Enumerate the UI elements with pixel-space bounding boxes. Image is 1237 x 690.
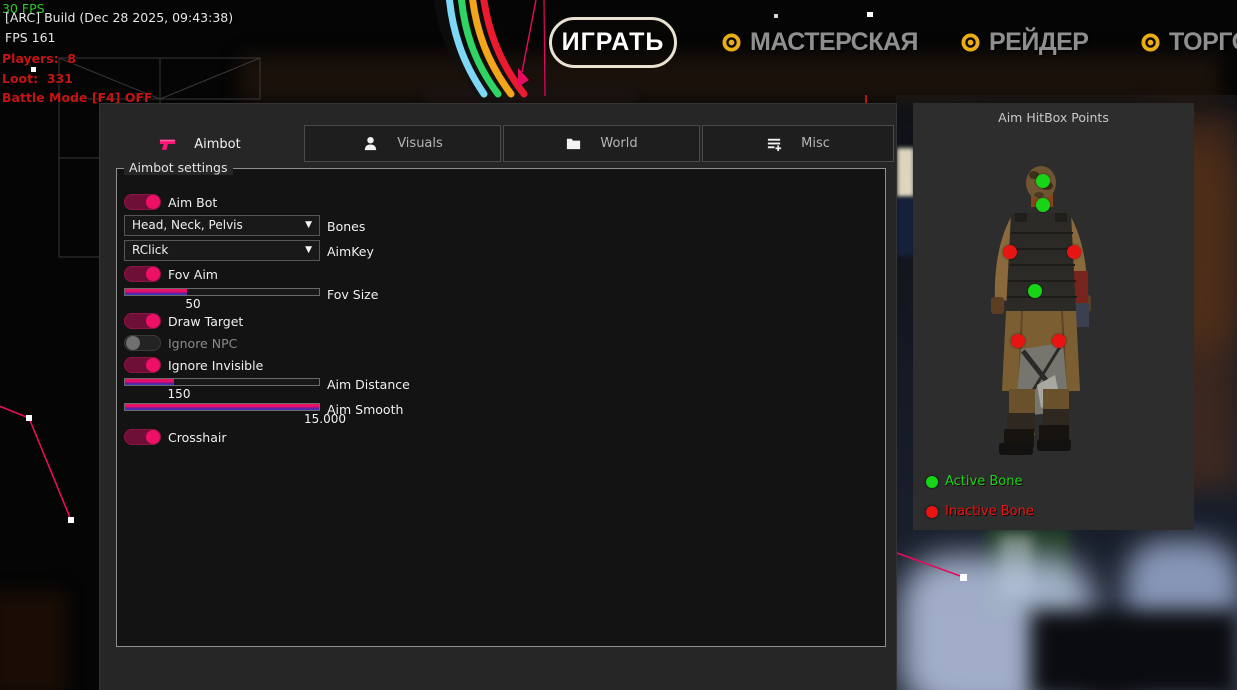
toggle-knob [146, 358, 160, 372]
screen: 30 FPS [ARC] Build (Dec 28 2025, 09:43:3… [0, 0, 1237, 690]
person-icon [362, 135, 379, 152]
toggle-knob [146, 430, 160, 444]
chevron-down-icon: ▼ [305, 216, 312, 235]
folder-icon [565, 135, 582, 152]
aim-distance-value: 150 [168, 387, 191, 401]
menu-item-label: РЕЙДЕР [989, 28, 1088, 57]
group-title: Aimbot settings [124, 160, 233, 175]
aim-bot-label: Aim Bot [168, 195, 217, 210]
toggle-knob [146, 267, 160, 281]
aimbot-settings-group: Aimbot settings Aim Bot Head, Neck, Pelv… [116, 168, 886, 647]
slider-fill [125, 404, 319, 410]
toggle-knob [146, 314, 160, 328]
crosshair-label: Crosshair [168, 430, 226, 445]
inactive-bone-dot [926, 506, 938, 518]
tab-visuals[interactable]: Visuals [304, 125, 501, 162]
toggle-knob [146, 195, 160, 209]
active-bone-label: Active Bone [945, 474, 1022, 489]
tab-misc[interactable]: Misc [702, 125, 894, 162]
tab-label: World [600, 136, 637, 151]
sliders-icon [766, 135, 783, 152]
player-model [977, 161, 1105, 457]
tab-aimbot[interactable]: Aimbot [120, 124, 280, 164]
slider-fill [125, 289, 187, 295]
ignore-invisible-toggle[interactable] [124, 357, 161, 373]
tab-world[interactable]: World [503, 125, 700, 162]
slider-fill [125, 379, 174, 385]
fov-size-value: 50 [185, 297, 200, 311]
menu-item-label: ТОРГО [1169, 28, 1237, 57]
fov-aim-toggle[interactable] [124, 266, 161, 282]
active-bone-dot [926, 476, 938, 488]
coin-icon [722, 33, 741, 52]
bones-label: Bones [327, 219, 365, 234]
hitbox-panel-title: Aim HitBox Points [913, 103, 1194, 125]
legend-active-bone: Active Bone [926, 474, 1022, 489]
cheat-panel: Aimbot Visuals World Misc [100, 104, 896, 690]
draw-target-toggle[interactable] [124, 313, 161, 329]
aim-smooth-label: Aim Smooth [327, 402, 403, 417]
aimkey-label: AimKey [327, 244, 374, 259]
bones-dropdown[interactable]: Head, Neck, Pelvis ▼ [124, 215, 320, 236]
aimkey-dropdown[interactable]: RClick ▼ [124, 240, 320, 261]
tab-label: Aimbot [194, 137, 240, 152]
tab-label: Misc [801, 136, 830, 151]
menu-item-trade[interactable]: ТОРГО [1141, 29, 1237, 56]
ignore-npc-label: Ignore NPC [168, 336, 237, 351]
fov-size-slider[interactable] [124, 288, 320, 296]
coin-icon [1141, 33, 1160, 52]
fov-aim-label: Fov Aim [168, 267, 218, 282]
menu-item-label: МАСТЕРСКАЯ [750, 28, 918, 57]
ignore-invisible-label: Ignore Invisible [168, 358, 263, 373]
pistol-icon [159, 136, 176, 153]
chevron-down-icon: ▼ [305, 241, 312, 260]
draw-target-label: Draw Target [168, 314, 243, 329]
fov-size-label: Fov Size [327, 287, 378, 302]
aim-bot-toggle[interactable] [124, 194, 161, 210]
toggle-knob [126, 336, 140, 350]
inactive-bone-label: Inactive Bone [945, 504, 1034, 519]
hitbox-panel: Aim HitBox Points [913, 103, 1194, 530]
aim-smooth-slider[interactable] [124, 403, 320, 411]
ignore-npc-toggle[interactable] [124, 335, 161, 351]
aim-distance-slider[interactable] [124, 378, 320, 386]
bones-dropdown-value: Head, Neck, Pelvis [132, 218, 243, 232]
aim-distance-label: Aim Distance [327, 377, 410, 392]
aimkey-dropdown-value: RClick [132, 243, 168, 257]
legend-inactive-bone: Inactive Bone [926, 504, 1034, 519]
menu-item-raider[interactable]: РЕЙДЕР [961, 29, 1088, 56]
play-button[interactable]: ИГРАТЬ [549, 17, 677, 68]
coin-icon [961, 33, 980, 52]
crosshair-toggle[interactable] [124, 429, 161, 445]
tab-label: Visuals [397, 136, 443, 151]
menu-item-workshop[interactable]: МАСТЕРСКАЯ [722, 29, 918, 56]
